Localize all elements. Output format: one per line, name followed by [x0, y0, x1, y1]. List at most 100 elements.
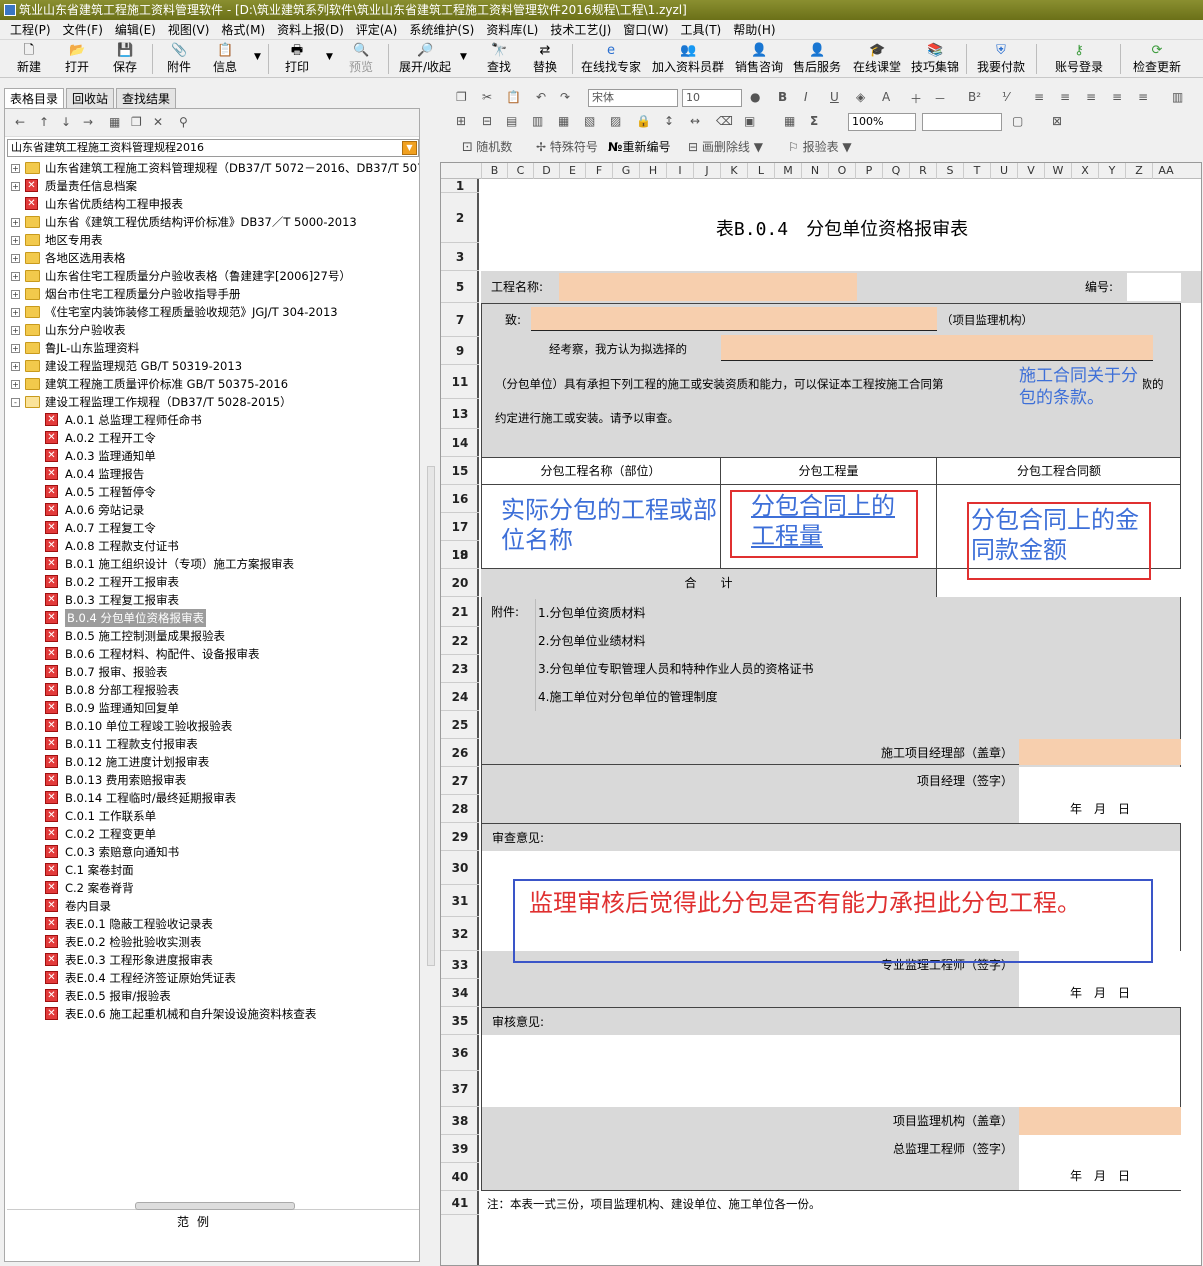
row-header[interactable]: 40 [441, 1163, 479, 1191]
tree-item[interactable]: ✕ 表E.0.6 施工起重机械和自升架设设施资料核查表 [7, 1005, 419, 1023]
column-header[interactable]: E [559, 163, 585, 179]
number-field[interactable] [1127, 273, 1181, 301]
to-field[interactable] [531, 307, 937, 331]
check-update-button[interactable]: ⟳ 检查更新 [1128, 41, 1186, 77]
pay-button[interactable]: ⛨ 我要付款 [974, 41, 1028, 77]
find-button[interactable]: 🔭 查找 [478, 41, 520, 77]
insert-col-icon[interactable]: ▥ [532, 114, 543, 128]
move-down-icon[interactable]: ↓ [61, 115, 71, 129]
undo-icon[interactable]: ↶ [536, 90, 546, 104]
project-name-field[interactable] [559, 273, 857, 301]
join-group-button[interactable]: 👥 加入资料员群 [650, 41, 726, 77]
paste-icon[interactable]: 📋 [506, 90, 521, 104]
row-header[interactable]: 1 [441, 179, 479, 193]
font-select[interactable]: 宋体 [588, 89, 678, 107]
project-manager-field[interactable] [1019, 767, 1181, 795]
column-header[interactable]: G [612, 163, 639, 179]
tree-item[interactable]: ✕ B.0.9 监理通知回复单 [7, 699, 419, 717]
contractor-seal-field[interactable] [1019, 739, 1181, 767]
tree-item[interactable]: ✕ 山东省优质结构工程申报表 [7, 195, 419, 213]
column-header[interactable]: H [639, 163, 666, 179]
tree-item[interactable]: ✕ 表E.0.5 报审/报验表 [7, 987, 419, 1005]
menu-item[interactable]: 资料上报(D) [271, 20, 350, 40]
menu-item[interactable]: 视图(V) [162, 20, 216, 40]
tree-item[interactable]: + ✕ 质量责任信息档案 [7, 177, 419, 195]
menu-item[interactable]: 工程(P) [4, 20, 57, 40]
new-button[interactable]: 🗋 新建 [8, 41, 50, 77]
random-number-button[interactable]: ⚀ 随机数 [462, 138, 512, 155]
fraction-icon[interactable]: ⅟ [1002, 90, 1009, 104]
supervision-org-field[interactable] [1019, 1107, 1181, 1135]
calculator-icon[interactable]: ▦ [784, 114, 795, 128]
underline-icon[interactable]: U [830, 90, 839, 104]
zoom-select[interactable]: 100% [848, 113, 916, 131]
splitter-handle[interactable] [427, 466, 435, 966]
row-header[interactable]: 36 [441, 1035, 479, 1071]
row-header[interactable]: 13 [441, 399, 479, 429]
tree-item[interactable]: ✕ B.0.14 工程临时/最终延期报审表 [7, 789, 419, 807]
column-header[interactable]: Y [1098, 163, 1125, 179]
row-header[interactable]: 3 [441, 243, 479, 271]
row-header[interactable]: 20 [441, 569, 479, 597]
menu-item[interactable]: 工具(T) [675, 20, 728, 40]
menu-item[interactable]: 资料库(L) [480, 20, 544, 40]
tree-item[interactable]: ✕ A.0.6 旁站记录 [7, 501, 419, 519]
column-header[interactable]: M [774, 163, 801, 179]
expand-icon[interactable]: + [11, 308, 20, 317]
delete-row-icon[interactable]: ▦ [558, 114, 569, 128]
info-button[interactable]: 📋 信息 [204, 41, 246, 77]
align-left-icon[interactable]: ≡ [1034, 90, 1044, 104]
column-header[interactable]: N [801, 163, 828, 179]
print-button[interactable]: 🖶 打印 [276, 41, 318, 77]
tree-item[interactable]: + 烟台市住宅工程质量分户验收指导手册 [7, 285, 419, 303]
attach-button[interactable]: 📎 附件 [158, 41, 200, 77]
column-header[interactable]: Q [882, 163, 909, 179]
left-tab[interactable]: 查找结果 [116, 88, 177, 108]
tree-item[interactable]: ✕ A.0.7 工程复工令 [7, 519, 419, 537]
tree-item[interactable]: ✕ A.0.8 工程款支付证书 [7, 537, 419, 555]
add-table-icon[interactable]: ▦ [109, 115, 120, 129]
tree-item[interactable]: ✕ B.0.2 工程开工报审表 [7, 573, 419, 591]
expand-icon[interactable]: + [11, 218, 20, 227]
split-icon[interactable]: ⊟ [482, 114, 492, 128]
tree-item[interactable]: ✕ C.2 案卷脊背 [7, 879, 419, 897]
row-header[interactable]: 31 [441, 885, 479, 917]
tree-item[interactable]: ✕ 卷内目录 [7, 897, 419, 915]
tree-item[interactable]: ✕ A.0.2 工程开工令 [7, 429, 419, 447]
row-header[interactable]: 9 [441, 337, 479, 365]
fill-color-icon[interactable]: ◈ [856, 90, 865, 104]
copy-icon[interactable]: ❐ [131, 115, 142, 129]
audit-field[interactable] [481, 1035, 1181, 1107]
menu-item[interactable]: 文件(F) [57, 20, 109, 40]
bold-icon[interactable]: B [778, 90, 787, 104]
cut-icon[interactable]: ✂ [482, 90, 492, 104]
tree-item[interactable]: ✕ B.0.4 分包单位资格报审表 [7, 609, 419, 627]
expand-icon[interactable]: + [11, 290, 20, 299]
format-brush-icon[interactable]: ● [750, 90, 760, 104]
tree-item[interactable]: + 建筑工程施工质量评价标准 GB/T 50375-2016 [7, 375, 419, 393]
open-button[interactable]: 📂 打开 [56, 41, 98, 77]
save-button[interactable]: 💾 保存 [104, 41, 146, 77]
justify-icon[interactable]: ≡ [1112, 90, 1122, 104]
tree-item[interactable]: ✕ B.0.1 施工组织设计（专项）施工方案报审表 [7, 555, 419, 573]
clear-icon[interactable]: ⌫ [716, 114, 733, 128]
row-header[interactable]: 38 [441, 1107, 479, 1135]
col-width-icon[interactable]: ↔ [690, 114, 700, 128]
menu-item[interactable]: 格式(M) [215, 20, 271, 40]
strikethrough-button[interactable]: ⊟ 画删除线 ▼ [688, 138, 763, 155]
menu-item[interactable]: 窗口(W) [617, 20, 674, 40]
tree-item[interactable]: + 山东省住宅工程质量分户验收表格（鲁建建字[2006]27号） [7, 267, 419, 285]
subcontractor-field[interactable] [721, 335, 1153, 361]
expand-icon[interactable]: + [11, 344, 20, 353]
filter-icon[interactable]: ⚲ [179, 115, 188, 129]
column-header[interactable]: AA [1152, 163, 1179, 179]
align-right-icon[interactable]: ≡ [1086, 90, 1096, 104]
expand-icon[interactable]: + [11, 254, 20, 263]
column-header[interactable]: I [666, 163, 693, 179]
column-header[interactable]: S [936, 163, 963, 179]
account-login-button[interactable]: ⚷ 账号登录 [1050, 41, 1108, 77]
info-dropdown-arrow-icon[interactable]: ▼ [254, 52, 261, 62]
image-icon[interactable]: ▣ [744, 114, 755, 128]
row-header[interactable]: 26 [441, 739, 479, 767]
move-left-icon[interactable]: ← [15, 115, 25, 129]
